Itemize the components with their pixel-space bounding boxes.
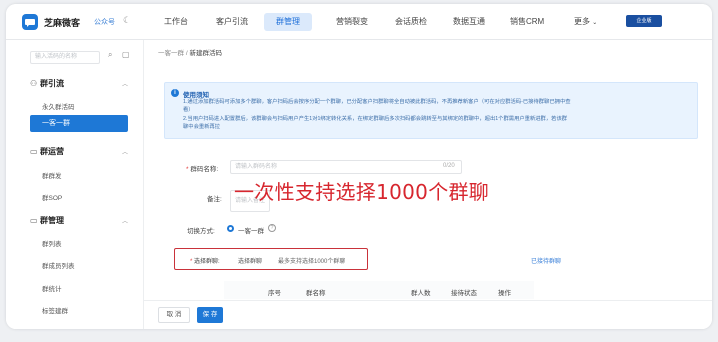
sidebar: 输入活码的名称 ⌕ ▢ ⚇ 群引流 ︿ 永久群活码 一客一群 ▭ 群运营 ︿ 群群发… xyxy=(6,40,144,329)
nav-more[interactable]: 更多 ⌄ xyxy=(574,16,597,27)
sidebar-item-one-customer-one-group[interactable]: 一客一群 xyxy=(30,115,128,132)
search-input[interactable]: 输入活码的名称 xyxy=(30,51,100,64)
column-header: 序号 xyxy=(268,290,281,297)
sidebar-item-group-sop[interactable]: 群SOP xyxy=(42,192,62,202)
group-code-name-label: * 群码名称: xyxy=(186,163,218,173)
section-label: 群运营 xyxy=(40,147,64,156)
switch-mode-label: 切换方式: xyxy=(187,228,215,235)
people-icon: ⚇ xyxy=(30,79,38,88)
notice-line: 看） xyxy=(183,107,194,113)
theme-moon-icon[interactable]: ☾ xyxy=(123,15,131,26)
breadcrumb: 一客一群 / 新建群活码 xyxy=(158,47,222,57)
cancel-button[interactable]: 取 消 xyxy=(158,307,190,323)
select-limit-hint: 最多支持选择1000个群聊 xyxy=(278,259,346,265)
column-header: 群人数 xyxy=(411,290,431,297)
mode-value[interactable]: 一客一群 xyxy=(238,225,264,235)
top-navigation-bar: 芝麻微客 公众号 ☾ 工作台 客户引流 群管理 营销裂变 会话质检 数据互通 销… xyxy=(6,4,712,40)
sidebar-item-permanent-code[interactable]: 永久群活码 xyxy=(42,101,75,111)
select-group-button[interactable]: 选择群聊 xyxy=(238,256,262,265)
chevron-up-icon[interactable]: ︿ xyxy=(122,79,128,88)
nav-more-label: 更多 xyxy=(574,17,590,26)
app-window: 芝麻微客 公众号 ☾ 工作台 客户引流 群管理 营销裂变 会话质检 数据互通 销… xyxy=(6,4,712,329)
nav-workbench[interactable]: 工作台 xyxy=(164,16,188,27)
notice-title: 使用须知 xyxy=(183,92,209,99)
usage-notice: i 使用须知 1.通过添加群活码可添加多个群聊，客户扫码后会按序分配一个群聊，已… xyxy=(164,82,698,139)
select-group-label: * 选择群聊: xyxy=(190,256,220,265)
sidebar-item-group-stats[interactable]: 群统计 xyxy=(42,283,62,293)
chevron-down-icon: ⌄ xyxy=(592,20,598,26)
account-switch[interactable]: 公众号 xyxy=(94,17,115,27)
chevron-up-icon[interactable]: ︿ xyxy=(122,216,128,225)
info-icon: i xyxy=(171,89,179,97)
sidebar-section-group-operations[interactable]: ▭ 群运营 xyxy=(30,146,64,157)
form-footer: 取 消 保 存 xyxy=(144,300,712,329)
chevron-up-icon[interactable]: ︿ xyxy=(122,147,128,156)
nav-sales-crm[interactable]: 销售CRM xyxy=(510,16,544,27)
app-logo-icon xyxy=(22,14,38,30)
notice-line: 1.通过添加群活码可添加多个群聊，客户扫码后会按序分配一个群聊，已分配客户扫群聊… xyxy=(183,99,571,105)
column-header: 接待状态 xyxy=(451,290,477,297)
sidebar-item-group-broadcast[interactable]: 群群发 xyxy=(42,170,62,180)
column-header: 操作 xyxy=(498,290,511,297)
group-code-name-input[interactable]: 请输入群码名称 xyxy=(230,160,462,174)
mode-radio[interactable] xyxy=(227,225,234,232)
section-label: 群管理 xyxy=(40,216,64,225)
nav-session-qc[interactable]: 会话质检 xyxy=(395,16,427,27)
sidebar-item-tag-group[interactable]: 标签建群 xyxy=(42,305,68,315)
chat-icon: ▭ xyxy=(30,147,38,156)
received-groups-link[interactable]: 已接待群聊 xyxy=(531,256,561,265)
nav-marketing[interactable]: 营销裂变 xyxy=(336,16,368,27)
remark-label: 备注: xyxy=(207,196,222,203)
section-label: 群引流 xyxy=(40,79,64,88)
sidebar-section-group-traffic[interactable]: ⚇ 群引流 xyxy=(30,78,64,89)
folder-icon[interactable]: ▢ xyxy=(122,50,130,59)
column-header: 群名称 xyxy=(306,290,326,297)
label-text: 选择群聊: xyxy=(194,259,220,265)
sidebar-section-group-management[interactable]: ▭ 群管理 xyxy=(30,215,64,226)
nav-group-management[interactable]: 群管理 xyxy=(264,13,312,31)
brand-name: 芝麻微客 xyxy=(44,18,81,28)
char-counter: 0/20 xyxy=(443,163,455,169)
search-icon[interactable]: ⌕ xyxy=(108,50,112,60)
breadcrumb-parent[interactable]: 一客一群 xyxy=(158,50,184,57)
help-icon[interactable]: ? xyxy=(268,224,276,232)
enterprise-badge: 企业版 xyxy=(626,15,662,27)
nav-data-sync[interactable]: 数据互通 xyxy=(453,16,485,27)
notice-line: 2.当用户扫码进入配置群后，该群聊会与扫码用户产生1对1绑定转化关系，在绑定群聊… xyxy=(183,116,568,122)
sidebar-item-member-list[interactable]: 群成员列表 xyxy=(42,260,75,270)
save-button[interactable]: 保 存 xyxy=(197,307,223,323)
annotation-overlay-text: 一次性支持选择1000个群聊 xyxy=(234,180,490,204)
sidebar-item-group-list[interactable]: 群列表 xyxy=(42,238,62,248)
notice-line: 聊中会重新再拉 xyxy=(183,124,221,130)
chat-icon: ▭ xyxy=(30,216,38,225)
label-text: 群码名称: xyxy=(190,166,219,173)
nav-customer-acquisition[interactable]: 客户引流 xyxy=(216,16,248,27)
breadcrumb-current: 新建群活码 xyxy=(189,50,222,57)
